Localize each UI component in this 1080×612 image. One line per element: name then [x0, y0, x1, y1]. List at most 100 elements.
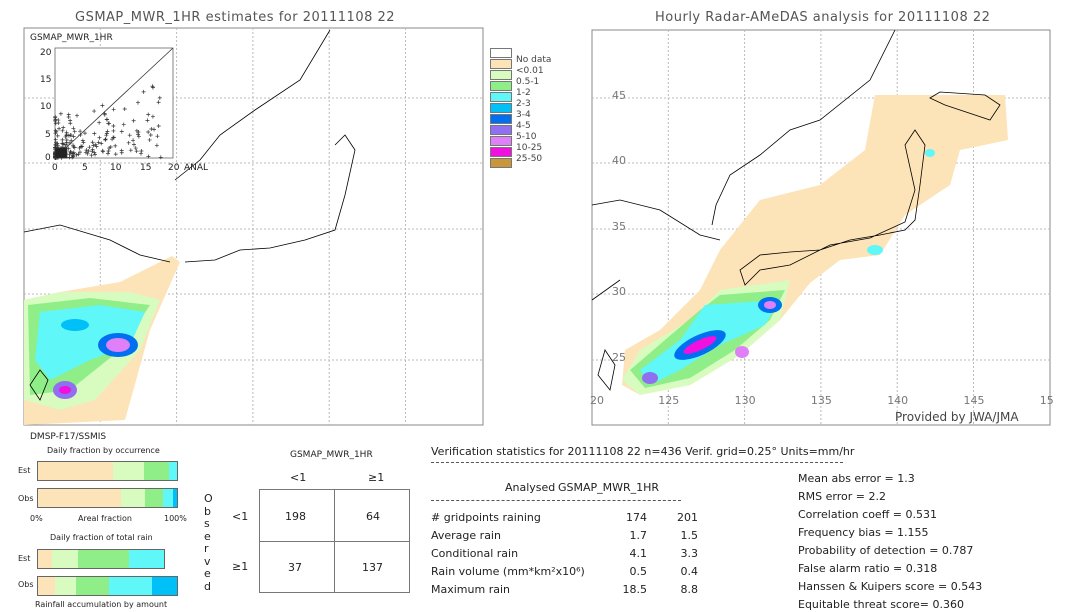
legend-label: 3-4 — [516, 110, 531, 120]
score: Mean abs error = 1.3 — [798, 472, 915, 485]
score: Hanssen & Kuipers score = 0.543 — [798, 580, 983, 593]
bar-segment — [51, 550, 79, 568]
stat-label: Average rain — [431, 529, 501, 542]
bar-segment — [108, 577, 152, 595]
legend-swatch — [490, 147, 512, 157]
bar-segment — [145, 489, 164, 507]
stat-analysed: 0.5 — [629, 565, 648, 578]
legend-swatch — [490, 114, 512, 124]
lat-tick: 35 — [612, 220, 626, 233]
legend-label: 10-25 — [516, 143, 543, 153]
bar-segment — [168, 462, 177, 480]
lat-tick: 40 — [612, 154, 626, 167]
occ-est-bar — [37, 461, 178, 481]
bar-segment — [75, 577, 109, 595]
stat-analysed: 18.5 — [622, 583, 648, 596]
legend-label: 5-10 — [516, 132, 537, 142]
stats-title: Verification statistics for 20111108 22 … — [431, 445, 855, 458]
lon-tick: 20 — [590, 394, 604, 407]
bar-segment — [38, 550, 52, 568]
inset-scatter — [53, 47, 174, 160]
stat-label: Maximum rain — [431, 583, 510, 596]
inset-ytick: 15 — [40, 75, 52, 85]
legend-swatch — [490, 103, 512, 113]
bar-segment — [121, 489, 146, 507]
bar-segment — [54, 577, 76, 595]
occ-obs-bar — [37, 488, 178, 508]
bar-segment — [38, 462, 114, 480]
inset-xtick: 10 — [110, 163, 122, 173]
ct-cell: 37 — [288, 561, 302, 574]
legend-label: 0.5-1 — [516, 77, 540, 87]
stat-analysed: 174 — [626, 511, 647, 524]
obs-label: Obs — [18, 494, 34, 503]
ct-col1: <1 — [290, 471, 307, 484]
inset-ylabel: GSMAP_MWR_1HR — [30, 33, 113, 43]
lon-tick: 15 — [1039, 394, 1054, 407]
legend-label: 1-2 — [516, 88, 531, 98]
lon-tick: 145 — [963, 394, 985, 407]
ct-header: GSMAP_MWR_1HR — [290, 450, 373, 460]
stat-gsmap: 0.4 — [680, 565, 699, 578]
ct-row2: ≥1 — [232, 560, 249, 573]
left-precip — [24, 256, 180, 425]
stat-analysed: 4.1 — [629, 547, 648, 560]
credit: Provided by JWA/JMA — [895, 410, 1019, 424]
inset-xtick: 20 — [168, 163, 180, 173]
legend-label: 2-3 — [516, 99, 531, 109]
rain-title: Daily fraction of total rain — [50, 533, 153, 542]
score: Correlation coeff = 0.531 — [798, 508, 937, 521]
stat-analysed: 1.7 — [629, 529, 648, 542]
inset-xtick: 0 — [52, 163, 58, 173]
rain-est-bar — [37, 549, 165, 569]
legend-swatch — [490, 48, 512, 58]
obs-label: Obs — [18, 580, 34, 589]
inset-ytick: 0 — [45, 153, 51, 163]
sensor-label: DMSP-F17/SSMIS — [30, 432, 107, 442]
rain-obs-bar — [37, 576, 178, 596]
est-label: Est — [18, 554, 31, 563]
stat-label: # gridpoints raining — [431, 511, 541, 524]
score: False alarm ratio = 0.318 — [798, 562, 938, 575]
stat-label: Conditional rain — [431, 547, 519, 560]
x1-label: 100% — [164, 514, 187, 523]
bar-segment — [143, 462, 169, 480]
legend-label: <0.01 — [516, 66, 544, 76]
bar-segment — [78, 550, 130, 568]
inset-ytick: 10 — [40, 102, 52, 112]
score: RMS error = 2.2 — [798, 490, 886, 503]
legend-swatch — [490, 136, 512, 146]
ct-row1: <1 — [232, 510, 249, 523]
lon-tick: 130 — [734, 394, 756, 407]
inset-ytick: 5 — [45, 130, 51, 140]
stat-gsmap: 3.3 — [680, 547, 699, 560]
lon-tick: 140 — [887, 394, 909, 407]
inset-ytick: 20 — [40, 48, 52, 58]
right-precip — [622, 95, 1008, 395]
lat-tick: 30 — [612, 285, 626, 298]
lat-tick: 25 — [612, 351, 626, 364]
legend-swatch — [490, 70, 512, 80]
scatter-cluster — [54, 147, 68, 159]
contingency-table: 198 64 37 137 — [259, 489, 410, 593]
bar-segment — [38, 489, 122, 507]
legend-label: 25-50 — [516, 154, 543, 164]
ct-cell: 198 — [285, 510, 306, 523]
stat-gsmap: 8.8 — [680, 583, 699, 596]
xmid-label: Areal fraction — [78, 514, 132, 523]
legend-label: 4-5 — [516, 121, 531, 131]
stat-gsmap: 201 — [677, 511, 698, 524]
inset-xtick: 15 — [140, 163, 152, 173]
ct-cell: 64 — [366, 510, 380, 523]
ct-cell: 137 — [362, 561, 383, 574]
inset-xlabel: ANAL — [184, 163, 209, 173]
legend-swatch — [490, 158, 512, 168]
score: Frequency bias = 1.155 — [798, 526, 929, 539]
occ-title: Daily fraction by occurrence — [47, 446, 160, 455]
bar-segment — [163, 489, 173, 507]
inset-xtick: 5 — [82, 163, 88, 173]
observed-label: Observed — [204, 492, 213, 593]
bar-segment — [172, 489, 177, 507]
acc-title: Rainfall accumulation by amount — [35, 600, 168, 609]
col-gsmap: GSMAP_MWR_1HR — [558, 481, 660, 494]
